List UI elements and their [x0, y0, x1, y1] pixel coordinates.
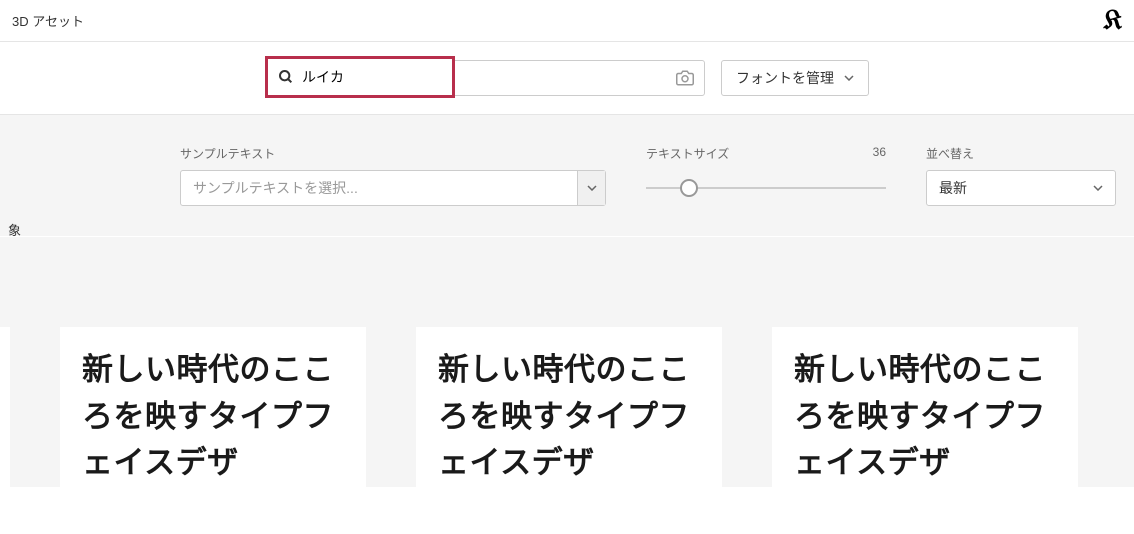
search-bar-row: フォントを管理: [0, 42, 1134, 115]
search-icon: [278, 69, 294, 85]
sample-text-group: サンプルテキスト サンプルテキストを選択...: [180, 145, 606, 206]
sort-label: 並べ替え: [926, 145, 1116, 162]
slider-thumb[interactable]: [680, 179, 698, 197]
text-size-label: テキストサイズ: [646, 145, 729, 162]
chevron-down-icon: [1093, 185, 1103, 191]
sample-text-placeholder: サンプルテキストを選択...: [193, 178, 358, 198]
left-truncated-label: 象: [8, 220, 21, 239]
sample-text-label: サンプルテキスト: [180, 145, 606, 162]
top-bar: 3D アセット 𝔎: [0, 0, 1134, 42]
text-size-value: 36: [873, 145, 886, 162]
search-highlight-area: [265, 56, 455, 98]
font-grid: 新しい時代のこころを映すタイプフェイスデザ 新しい時代のこころを映すタイプフェイ…: [0, 287, 1134, 487]
font-card-partial: [0, 327, 10, 487]
spacer: [0, 237, 1134, 287]
manage-fonts-button[interactable]: フォントを管理: [721, 60, 869, 96]
font-card[interactable]: 新しい時代のこころを映すタイプフェイスデザ: [772, 327, 1078, 487]
text-size-group: テキストサイズ 36: [646, 145, 886, 206]
logo[interactable]: 𝔎: [1104, 7, 1122, 35]
font-card[interactable]: 新しい時代のこころを映すタイプフェイスデザ: [60, 327, 366, 487]
sample-text-chevron-box: [577, 171, 605, 205]
font-preview-text: 新しい時代のこころを映すタイプフェイスデザ: [82, 347, 344, 487]
search-input[interactable]: [302, 69, 483, 85]
text-size-slider[interactable]: [646, 170, 886, 206]
sort-select[interactable]: 最新: [926, 170, 1116, 206]
sort-selected: 最新: [939, 178, 967, 198]
tab-3d-assets[interactable]: 3D アセット: [12, 11, 84, 30]
font-card[interactable]: 新しい時代のこころを映すタイプフェイスデザ: [416, 327, 722, 487]
font-preview-text: 新しい時代のこころを映すタイプフェイスデザ: [438, 347, 700, 487]
font-preview-text: 新しい時代のこころを映すタイプフェイスデザ: [794, 347, 1056, 487]
chevron-down-icon: [587, 185, 597, 191]
camera-icon[interactable]: [676, 69, 694, 87]
chevron-down-icon: [844, 75, 854, 81]
sort-group: 並べ替え 最新: [926, 145, 1116, 206]
text-size-header: テキストサイズ 36: [646, 145, 886, 162]
controls-section: 象 サンプルテキスト サンプルテキストを選択... テキストサイズ 36 並べ替…: [0, 115, 1134, 237]
search-wrap: [265, 60, 705, 96]
manage-fonts-label: フォントを管理: [736, 68, 834, 88]
sample-text-select[interactable]: サンプルテキストを選択...: [180, 170, 606, 206]
